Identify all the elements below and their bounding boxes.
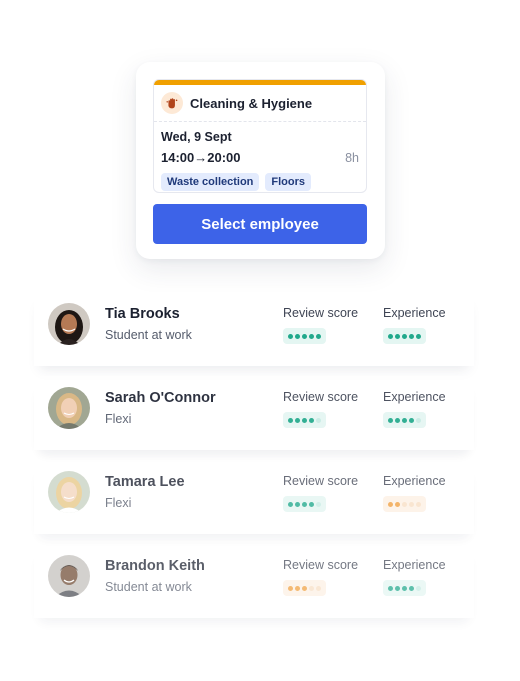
review-score-rating: [283, 412, 326, 428]
rating-dot-empty: [409, 501, 414, 507]
avatar: [48, 303, 90, 345]
employee-role: Flexi: [105, 412, 132, 426]
rating-dot-filled: [402, 417, 407, 423]
rating-dot-filled: [395, 333, 400, 339]
review-score-label: Review score: [283, 390, 359, 404]
review-score-label: Review score: [283, 474, 359, 488]
rating-dot-filled: [309, 333, 314, 339]
experience-rating: [383, 412, 426, 428]
shift-duration: 8h: [345, 151, 359, 165]
rating-dot-filled: [295, 585, 300, 591]
rating-dot-filled: [395, 417, 400, 423]
review-score-label: Review score: [283, 558, 359, 572]
employee-row-sarah-oconnor[interactable]: Sarah O'Connor Flexi Review score Experi…: [34, 376, 474, 450]
rating-dot-filled: [402, 333, 407, 339]
rating-dot-empty: [316, 501, 321, 507]
shift-time-row: 14:00→20:00 8h: [161, 147, 359, 169]
shift-body: Wed, 9 Sept 14:00→20:00 8h Waste collect…: [154, 122, 366, 191]
rating-dot-filled: [295, 501, 300, 507]
stage: Cleaning & Hygiene Wed, 9 Sept 14:00→20:…: [0, 0, 520, 681]
shift-header: Cleaning & Hygiene: [154, 85, 366, 122]
experience-rating: [383, 328, 426, 344]
rating-dot-filled: [302, 501, 307, 507]
review-score-rating: [283, 496, 326, 512]
employee-role: Flexi: [105, 496, 132, 510]
rating-dot-filled: [302, 417, 307, 423]
tag-waste-collection: Waste collection: [161, 173, 260, 191]
rating-dot-empty: [416, 417, 421, 423]
rating-dot-empty: [402, 501, 407, 507]
shift-time: 14:00→20:00: [161, 147, 241, 169]
shift-details[interactable]: Cleaning & Hygiene Wed, 9 Sept 14:00→20:…: [153, 79, 367, 193]
employee-row-tamara-lee[interactable]: Tamara Lee Flexi Review score Experience: [34, 460, 474, 534]
rating-dot-filled: [395, 501, 400, 507]
shift-tags: Waste collection Floors: [161, 173, 359, 191]
rating-dot-filled: [288, 501, 293, 507]
review-score-rating: [283, 580, 326, 596]
rating-dot-filled: [416, 333, 421, 339]
rating-dot-filled: [316, 333, 321, 339]
review-score-label: Review score: [283, 306, 359, 320]
shift-time-start: 14:00: [161, 150, 195, 165]
employee-name: Sarah O'Connor: [105, 390, 216, 406]
rating-dot-filled: [402, 585, 407, 591]
rating-dot-filled: [388, 417, 393, 423]
rating-dot-filled: [309, 417, 314, 423]
rating-dot-filled: [388, 501, 393, 507]
rating-dot-filled: [395, 585, 400, 591]
rating-dot-filled: [288, 417, 293, 423]
experience-rating: [383, 496, 426, 512]
rating-dot-filled: [295, 333, 300, 339]
rating-dot-empty: [316, 585, 321, 591]
rating-dot-filled: [288, 333, 293, 339]
experience-label: Experience: [383, 474, 446, 488]
experience-rating: [383, 580, 426, 596]
select-employee-button[interactable]: Select employee: [153, 204, 367, 244]
arrow-right-icon: →: [194, 150, 208, 165]
tag-floors: Floors: [265, 173, 312, 191]
employee-row-tia-brooks[interactable]: Tia Brooks Student at work Review score …: [34, 292, 474, 366]
rating-dot-filled: [295, 417, 300, 423]
rating-dot-filled: [302, 333, 307, 339]
rating-dot-filled: [388, 585, 393, 591]
employee-role: Student at work: [105, 580, 192, 594]
employee-name: Tia Brooks: [105, 306, 180, 322]
review-score-rating: [283, 328, 326, 344]
employee-role: Student at work: [105, 328, 192, 342]
shift-date: Wed, 9 Sept: [161, 130, 232, 144]
rating-dot-empty: [309, 585, 314, 591]
rating-dot-filled: [288, 585, 293, 591]
experience-label: Experience: [383, 390, 446, 404]
rating-dot-filled: [309, 501, 314, 507]
avatar: [48, 555, 90, 597]
rating-dot-empty: [316, 417, 321, 423]
rating-dot-filled: [409, 585, 414, 591]
cleaning-hand-icon: [161, 92, 183, 114]
rating-dot-filled: [409, 333, 414, 339]
shift-card: Cleaning & Hygiene Wed, 9 Sept 14:00→20:…: [136, 62, 385, 259]
rating-dot-filled: [388, 333, 393, 339]
shift-time-end: 20:00: [207, 150, 241, 165]
rating-dot-filled: [302, 585, 307, 591]
experience-label: Experience: [383, 306, 446, 320]
employee-name: Tamara Lee: [105, 474, 185, 490]
rating-dot-empty: [416, 585, 421, 591]
avatar: [48, 387, 90, 429]
avatar: [48, 471, 90, 513]
rating-dot-empty: [416, 501, 421, 507]
employee-name: Brandon Keith: [105, 558, 205, 574]
rating-dot-filled: [409, 417, 414, 423]
employee-row-brandon-keith[interactable]: Brandon Keith Student at work Review sco…: [34, 544, 474, 618]
experience-label: Experience: [383, 558, 446, 572]
shift-category: Cleaning & Hygiene: [190, 95, 313, 111]
